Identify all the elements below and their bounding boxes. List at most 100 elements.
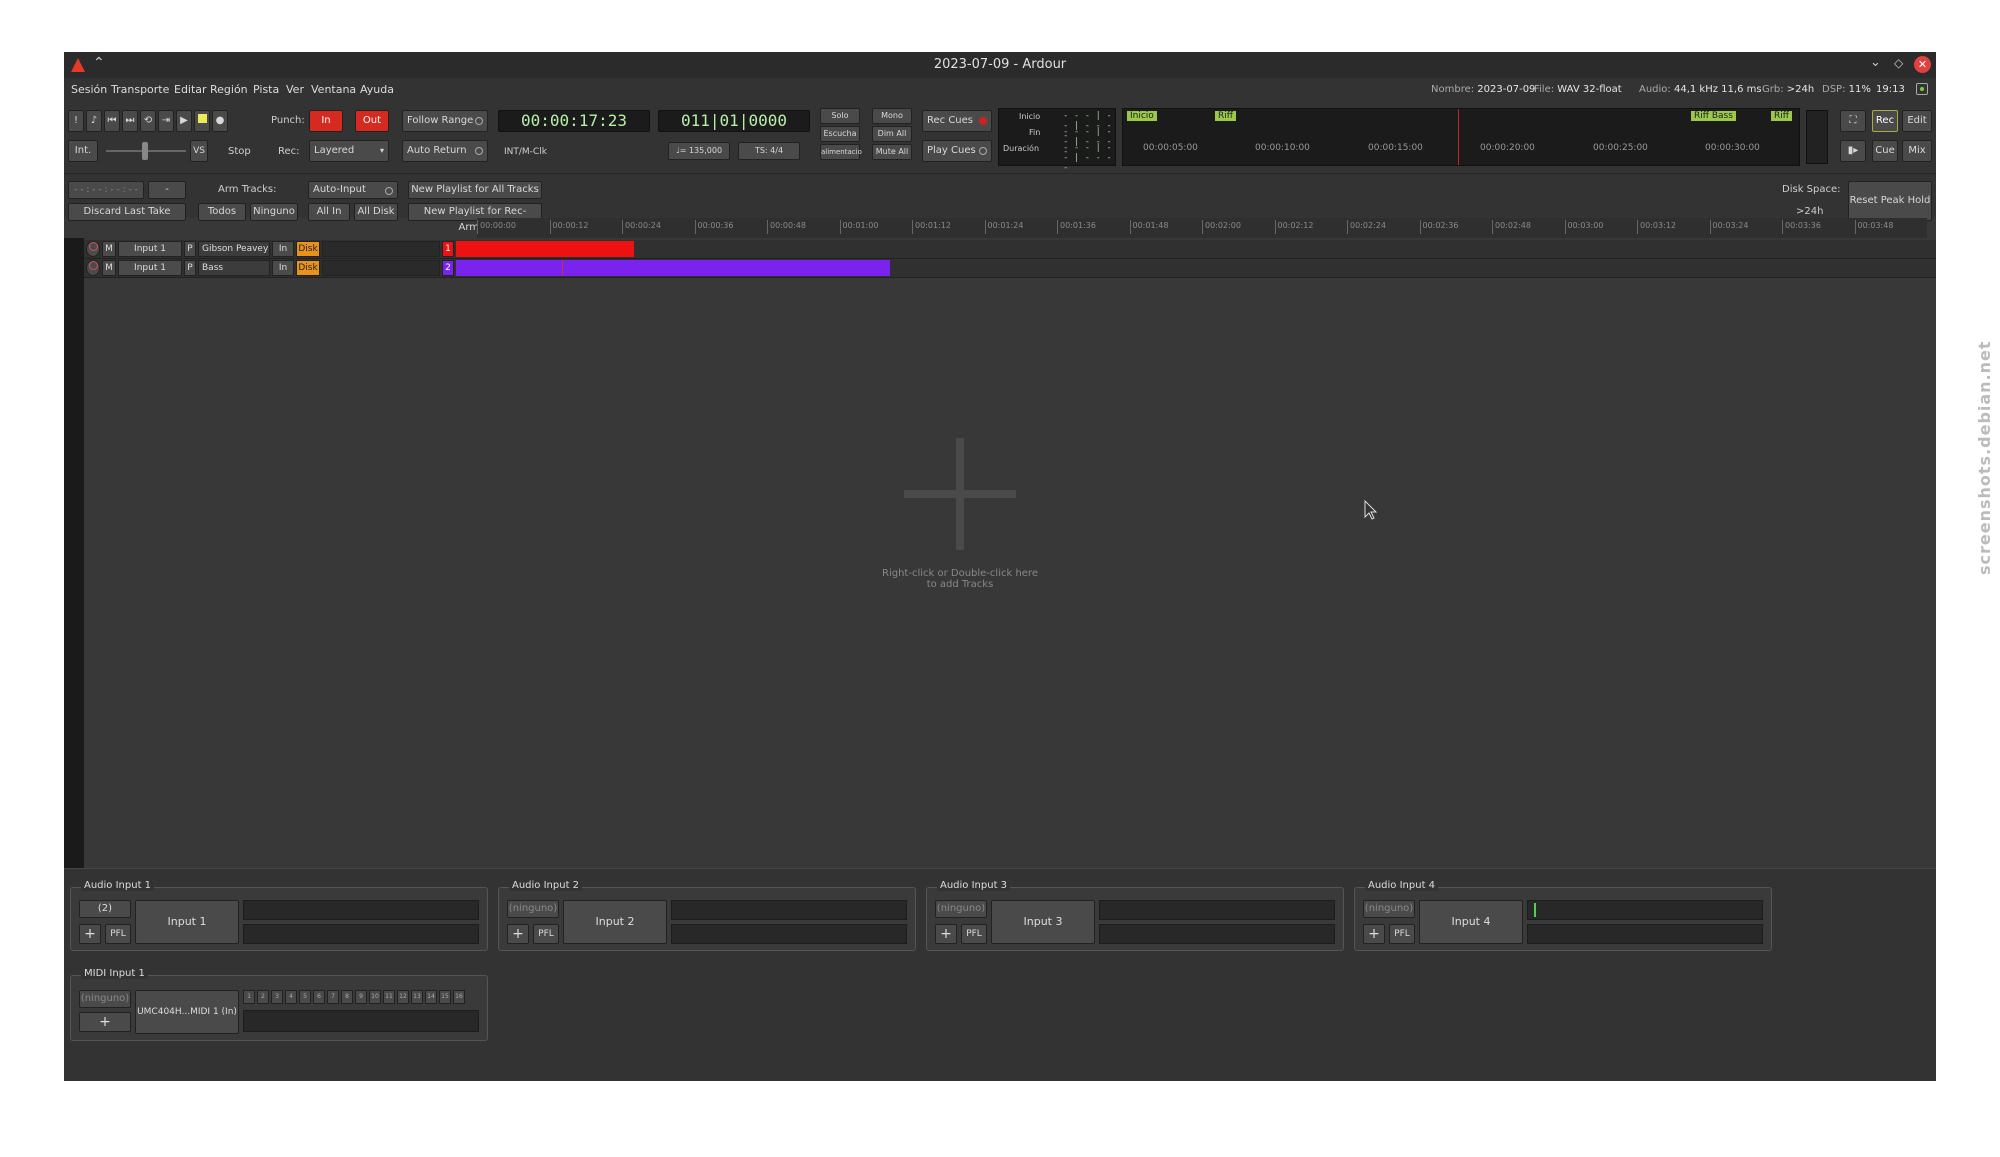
goto-end-icon[interactable]: ⏭ [122, 110, 138, 132]
play-icon[interactable]: ▶ [176, 110, 192, 132]
monitor-in-button[interactable]: In [272, 241, 294, 257]
marker-inicio[interactable]: Inicio [1127, 111, 1157, 121]
menu-region[interactable]: Región [210, 83, 248, 96]
input-count[interactable]: (ninguno) [79, 990, 131, 1008]
menu-editar[interactable]: Editar [174, 83, 207, 96]
rec-cues-button[interactable]: Rec Cues [922, 110, 992, 132]
follow-range-button[interactable]: Follow Range [402, 110, 488, 132]
rec-window-button[interactable]: Rec [1872, 110, 1898, 132]
rec-mode-select[interactable]: Layered ▾ [309, 140, 389, 162]
cue-window-button[interactable]: Cue [1872, 140, 1898, 162]
pfl-button[interactable]: PFL [105, 924, 131, 944]
add-icon[interactable]: + [79, 924, 101, 944]
add-icon[interactable]: + [79, 1012, 131, 1032]
midi-channel-toggle[interactable]: 13 [411, 990, 423, 1004]
track-fader[interactable] [322, 260, 440, 276]
edit-window-button[interactable]: Edit [1902, 110, 1932, 132]
input-count[interactable]: (ninguno) [1363, 900, 1415, 918]
timeline-ruler[interactable]: 00:00:00 00:00:12 00:00:24 00:00:36 00:00:48… [477, 218, 1927, 238]
minimize-icon[interactable]: ⌄ [1870, 55, 1881, 70]
nudge-minus-button[interactable]: - [148, 181, 186, 199]
status-indicator-icon[interactable] [1916, 83, 1928, 95]
marker-riff-2[interactable]: Riff [1771, 111, 1792, 121]
play-cues-button[interactable]: Play Cues [922, 140, 992, 162]
maximize-icon[interactable]: ◇ [1894, 56, 1903, 70]
midi-channel-toggle[interactable]: 12 [397, 990, 409, 1004]
duracion-value[interactable]: - - - | - - | - - - - [1063, 143, 1115, 173]
solo-button[interactable]: Solo [820, 108, 860, 124]
midi-channel-toggle[interactable]: 5 [299, 990, 311, 1004]
stop-icon[interactable] [194, 110, 210, 132]
add-icon[interactable]: + [935, 924, 957, 944]
menu-sesion[interactable]: Sesión [71, 83, 107, 96]
track-fader[interactable] [322, 241, 440, 257]
monitor-in-button[interactable]: In [272, 260, 294, 276]
midi-channel-toggle[interactable]: 9 [355, 990, 367, 1004]
punch-in-button[interactable]: In [309, 110, 343, 132]
mute-all-button[interactable]: Mute All [872, 144, 912, 160]
midi-channel-toggle[interactable]: 8 [341, 990, 353, 1004]
midi-channel-toggle[interactable]: 16 [453, 990, 465, 1004]
close-icon[interactable]: ✕ [1914, 56, 1931, 73]
new-playlist-all-button[interactable]: New Playlist for All Tracks [408, 181, 542, 199]
marker-riff[interactable]: Riff [1215, 111, 1236, 121]
reset-peak-hold-button[interactable]: Reset Peak Hold [1848, 181, 1932, 221]
midi-channel-toggle[interactable]: 4 [285, 990, 297, 1004]
record-icon[interactable]: ● [212, 110, 228, 132]
secondary-clock[interactable]: 011|01|0000 [658, 110, 810, 132]
track-area[interactable]: Right-click or Double-click here to add … [64, 238, 1936, 868]
auto-return-button[interactable]: Auto Return [402, 140, 488, 162]
mix-window-button[interactable]: Mix [1902, 140, 1932, 162]
mini-timeline[interactable]: Inicio Riff Riff Bass Riff 00:00:05:00 0… [1122, 108, 1800, 166]
all-in-button[interactable]: All In [308, 203, 350, 221]
input-count[interactable]: (ninguno) [507, 900, 559, 918]
midi-channel-toggle[interactable]: 1 [243, 990, 255, 1004]
punch-out-button[interactable]: Out [355, 110, 389, 132]
midi-channel-toggle[interactable]: 2 [257, 990, 269, 1004]
rec-arm-icon[interactable] [86, 260, 100, 276]
dim-all-button[interactable]: Dim All [872, 126, 912, 142]
all-disk-button[interactable]: All Disk [354, 203, 398, 221]
track-row[interactable]: M Input 1 P Gibson Peavey In Disk 1 [84, 240, 1936, 259]
track-row[interactable]: M Input 1 P Bass In Disk 2 [84, 259, 1936, 278]
midi-port-button[interactable]: UMC404H...MIDI 1 (In) [135, 990, 239, 1034]
track-name[interactable]: Gibson Peavey [198, 241, 270, 257]
track-name[interactable]: Bass [198, 260, 270, 276]
arm-ninguno-button[interactable]: Ninguno [250, 203, 298, 221]
pfl-button[interactable]: PFL [533, 924, 559, 944]
add-icon[interactable]: + [507, 924, 529, 944]
shuttle-slider[interactable] [106, 142, 186, 160]
primary-clock[interactable]: 00:00:17:23 [498, 110, 650, 132]
add-icon[interactable]: + [1363, 924, 1385, 944]
playlist-button[interactable]: P [184, 260, 196, 276]
midi-channel-toggle[interactable]: 10 [369, 990, 381, 1004]
goto-start-icon[interactable]: ⏮ [104, 110, 120, 132]
midi-channel-toggle[interactable]: 14 [425, 990, 437, 1004]
menu-pista[interactable]: Pista [253, 83, 279, 96]
nudge-clock[interactable]: - - : - - : - - : - - [68, 181, 144, 199]
alimentacion-button[interactable]: alimentacio [820, 144, 862, 160]
midi-channel-toggle[interactable]: 15 [439, 990, 451, 1004]
midi-channel-toggle[interactable]: 6 [313, 990, 325, 1004]
input-port-button[interactable]: Input 4 [1419, 900, 1523, 944]
input-port-button[interactable]: Input 3 [991, 900, 1095, 944]
tempo-display[interactable]: ♩= 135,000 [668, 142, 730, 160]
video-icon[interactable]: ▮▸ [1840, 140, 1866, 162]
mute-button[interactable]: M [102, 241, 116, 257]
input-count[interactable]: (2) [79, 900, 131, 918]
input-count[interactable]: (ninguno) [935, 900, 987, 918]
menu-ayuda[interactable]: Ayuda [360, 83, 394, 96]
input-port-button[interactable]: Input 1 [135, 900, 239, 944]
auto-input-button[interactable]: Auto-Input [308, 181, 398, 199]
play-range-icon[interactable]: ⇥ [158, 110, 174, 132]
audio-region[interactable] [456, 260, 890, 276]
menu-transporte[interactable]: Transporte [111, 83, 169, 96]
pfl-button[interactable]: PFL [961, 924, 987, 944]
mono-button[interactable]: Mono [872, 108, 912, 124]
varispeed-button[interactable]: VS [190, 140, 208, 162]
midi-channel-toggle[interactable]: 11 [383, 990, 395, 1004]
marker-riff-bass[interactable]: Riff Bass [1691, 111, 1736, 121]
audio-region[interactable] [456, 241, 634, 257]
escucha-button[interactable]: Escucha [820, 126, 860, 142]
metronome-icon[interactable]: ♪ [86, 110, 102, 132]
